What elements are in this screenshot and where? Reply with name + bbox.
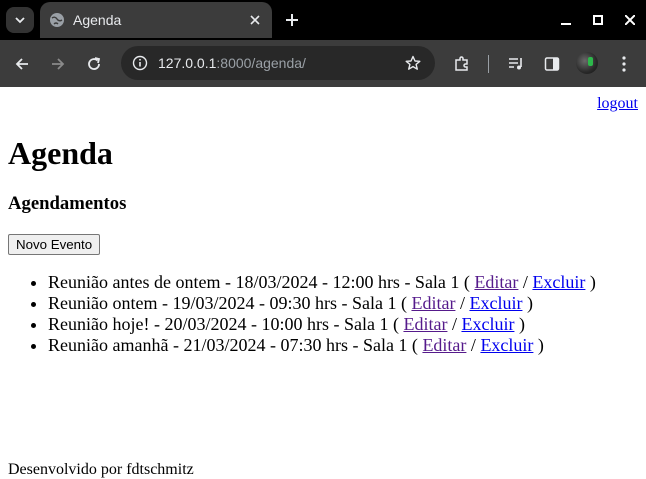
forward-arrow-icon[interactable]	[45, 51, 71, 77]
page-title: Agenda	[8, 135, 113, 171]
window-controls	[550, 0, 646, 40]
event-description: Reunião antes de ontem - 18/03/2024 - 12…	[48, 272, 470, 292]
event-description: Reunião hoje! - 20/03/2024 - 10:00 hrs -…	[48, 314, 399, 334]
close-window-icon[interactable]	[614, 0, 646, 40]
edit-link[interactable]: Editar	[474, 272, 518, 292]
list-item: Reunião ontem - 19/03/2024 - 09:30 hrs -…	[48, 293, 596, 314]
minimize-icon[interactable]	[550, 0, 582, 40]
globe-icon	[49, 12, 65, 28]
list-item: Reunião amanhã - 21/03/2024 - 07:30 hrs …	[48, 335, 596, 356]
tab-strip: Agenda	[0, 0, 646, 40]
link-separator: /	[522, 272, 528, 292]
address-bar[interactable]: 127.0.0.1:8000/agenda/	[121, 46, 435, 80]
browser-chrome: Agenda 127.0.0.1:8000/agenda/	[0, 0, 646, 87]
url-host: 127.0.0.1	[158, 55, 217, 71]
delete-link[interactable]: Excluir	[532, 272, 585, 292]
delete-link[interactable]: Excluir	[469, 293, 522, 313]
extensions-puzzle-icon[interactable]	[450, 52, 474, 76]
event-description: Reunião ontem - 19/03/2024 - 09:30 hrs -…	[48, 293, 407, 313]
side-panel-icon[interactable]	[540, 52, 564, 76]
section-heading: Agendamentos	[8, 193, 127, 214]
maximize-icon[interactable]	[582, 0, 614, 40]
close-tab-icon[interactable]	[244, 9, 266, 31]
footer-credit: Desenvolvido por fdtschmitz	[8, 461, 194, 478]
event-list: Reunião antes de ontem - 18/03/2024 - 12…	[8, 272, 596, 356]
profile-avatar[interactable]	[576, 52, 598, 74]
bookmark-star-icon[interactable]	[401, 51, 425, 75]
delete-link[interactable]: Excluir	[461, 314, 514, 334]
delete-link[interactable]: Excluir	[480, 335, 533, 355]
new-event-button[interactable]: Novo Evento	[8, 234, 101, 255]
chevron-down-icon	[15, 17, 25, 24]
edit-link[interactable]: Editar	[422, 335, 466, 355]
url-path: :8000/agenda/	[216, 55, 306, 71]
menu-kebab-icon[interactable]	[612, 52, 636, 76]
tab-search-button[interactable]	[6, 7, 34, 33]
link-separator: /	[470, 335, 476, 355]
list-item: Reunião hoje! - 20/03/2024 - 10:00 hrs -…	[48, 314, 596, 335]
url-text: 127.0.0.1:8000/agenda/	[158, 55, 401, 71]
toolbar-divider	[488, 55, 489, 73]
link-separator: /	[451, 314, 457, 334]
list-item: Reunião antes de ontem - 18/03/2024 - 12…	[48, 272, 596, 293]
new-tab-icon[interactable]	[280, 8, 304, 32]
close-paren: )	[589, 272, 596, 292]
edit-link[interactable]: Editar	[403, 314, 447, 334]
edit-link[interactable]: Editar	[411, 293, 455, 313]
close-paren: )	[518, 314, 525, 334]
site-info-icon[interactable]	[129, 52, 151, 74]
browser-toolbar: 127.0.0.1:8000/agenda/	[0, 40, 646, 87]
media-controls-icon[interactable]	[504, 52, 528, 76]
reload-icon[interactable]	[81, 51, 107, 77]
link-separator: /	[459, 293, 465, 313]
back-arrow-icon[interactable]	[9, 51, 35, 77]
tab-title: Agenda	[73, 12, 122, 28]
close-paren: )	[537, 335, 544, 355]
event-description: Reunião amanhã - 21/03/2024 - 07:30 hrs …	[48, 335, 418, 355]
logout-link[interactable]: logout	[597, 95, 638, 113]
close-paren: )	[526, 293, 533, 313]
active-tab[interactable]: Agenda	[40, 2, 272, 38]
